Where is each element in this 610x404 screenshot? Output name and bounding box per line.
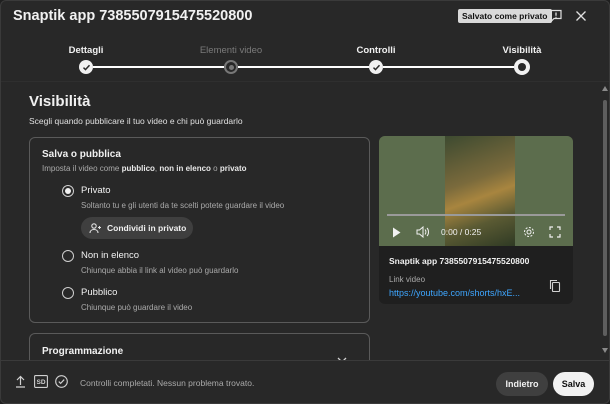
dialog-header: Snaptik app 7385507915475520800 Salvato …	[1, 1, 609, 33]
sd-quality-icon: SD	[34, 375, 48, 388]
step-label-dettagli[interactable]: Dettagli	[69, 45, 104, 56]
video-preview-card: 0:00 / 0:25 Snaptik app 7385507915475520…	[379, 136, 573, 304]
step-dot-elementi-video[interactable]	[224, 60, 238, 74]
step-dot-dettagli[interactable]	[79, 60, 93, 74]
sd-quality-text: SD	[36, 379, 45, 386]
play-icon[interactable]	[392, 227, 401, 238]
saved-status-badge: Salvato come privato	[458, 9, 552, 23]
page-title: Visibilità	[29, 93, 91, 110]
settings-gear-icon[interactable]	[523, 226, 535, 238]
video-link[interactable]: https://youtube.com/shorts/hxE...	[389, 288, 539, 298]
stepper-track	[93, 66, 224, 68]
option-desc-pubblico: Chiunque può guardare il video	[81, 303, 193, 312]
preview-video-name: Snaptik app 7385507915475520800	[389, 256, 530, 266]
visibility-content: Visibilità Scegli quando pubblicare il t…	[1, 82, 601, 360]
scroll-down-icon[interactable]	[602, 348, 608, 353]
option-label-privato[interactable]: Privato	[81, 185, 111, 196]
schedule-card[interactable]: Programmazione	[29, 333, 370, 360]
save-publish-card: Salva o pubblica Imposta il video come p…	[29, 137, 370, 323]
stepper-track	[383, 66, 514, 68]
schedule-title: Programmazione	[42, 346, 124, 357]
step-dot-controlli[interactable]	[369, 60, 383, 74]
scrollbar-thumb[interactable]	[603, 100, 607, 336]
dialog-title: Snaptik app 7385507915475520800	[13, 8, 253, 24]
copy-icon[interactable]	[549, 279, 561, 298]
check-icon	[372, 64, 380, 71]
video-progress-bar[interactable]	[387, 214, 565, 216]
fullscreen-icon[interactable]	[549, 226, 561, 238]
radio-privato[interactable]	[62, 185, 74, 197]
share-privately-label: Condividi in privato	[107, 223, 187, 233]
volume-icon[interactable]	[416, 226, 430, 238]
add-person-icon	[89, 222, 101, 233]
video-link-label: Link video	[389, 275, 426, 284]
content-scrollbar[interactable]	[601, 82, 609, 360]
upload-dialog: Snaptik app 7385507915475520800 Salvato …	[0, 0, 610, 404]
dialog-footer: SD Controlli completati. Nessun problema…	[1, 360, 609, 403]
share-privately-button[interactable]: Condividi in privato	[81, 217, 193, 239]
radio-non-in-elenco[interactable]	[62, 250, 74, 262]
upload-icon[interactable]	[15, 375, 26, 388]
option-desc-privato: Soltanto tu e gli utenti da te scelti po…	[81, 201, 285, 210]
video-player[interactable]: 0:00 / 0:25	[379, 136, 573, 246]
checks-status-text: Controlli completati. Nessun problema tr…	[80, 378, 255, 388]
check-icon	[82, 64, 90, 71]
stepper-track	[238, 66, 369, 68]
option-label-pubblico[interactable]: Pubblico	[81, 287, 117, 298]
step-label-visibilita[interactable]: Visibilità	[503, 45, 542, 56]
close-icon[interactable]	[571, 6, 591, 26]
chevron-down-icon[interactable]	[337, 350, 347, 360]
upload-stepper: Dettagli Elementi video Controlli Visibi…	[1, 37, 609, 81]
step-dot-visibilita[interactable]	[514, 59, 530, 75]
save-publish-title: Salva o pubblica	[42, 149, 121, 160]
video-time: 0:00 / 0:25	[441, 227, 482, 237]
step-label-elementi-video[interactable]: Elementi video	[200, 45, 262, 56]
check-circle-icon	[55, 375, 68, 388]
step-label-controlli[interactable]: Controlli	[356, 45, 395, 56]
radio-pubblico[interactable]	[62, 287, 74, 299]
option-label-non-in-elenco[interactable]: Non in elenco	[81, 250, 139, 261]
feedback-icon[interactable]	[546, 6, 566, 26]
player-controls: 0:00 / 0:25	[379, 222, 573, 244]
page-subtitle: Scegli quando pubblicare il tuo video e …	[29, 116, 243, 126]
save-button[interactable]: Salva	[553, 372, 594, 396]
save-publish-description: Imposta il video come pubblico, non in e…	[42, 164, 247, 173]
option-desc-non-in-elenco: Chiunque abbia il link al video può guar…	[81, 266, 239, 275]
scroll-up-icon[interactable]	[602, 86, 608, 91]
back-button[interactable]: Indietro	[496, 372, 548, 396]
